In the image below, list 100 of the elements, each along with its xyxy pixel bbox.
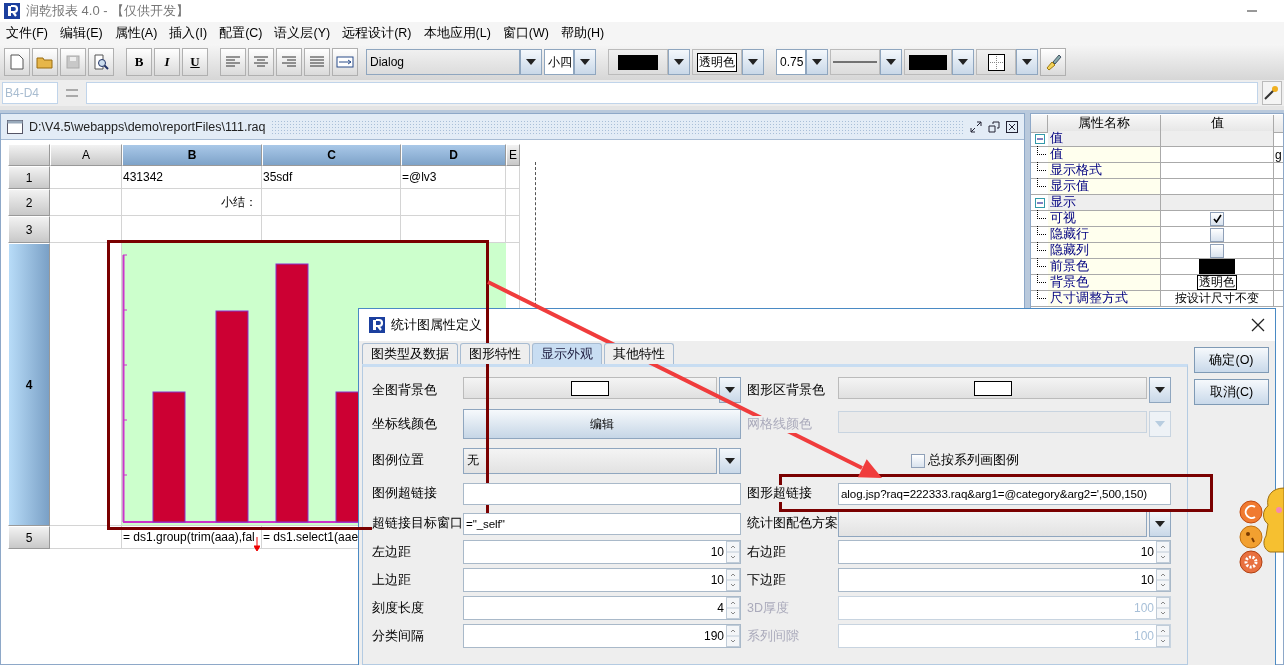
dropdown-button[interactable] (1016, 49, 1038, 75)
tab[interactable]: 图形特性 (460, 343, 530, 364)
font-color-swatch[interactable] (608, 49, 668, 75)
spin-field[interactable]: 10 (463, 540, 741, 564)
spin-field[interactable]: 10 (463, 568, 741, 592)
column-header[interactable]: E (506, 144, 520, 166)
fill-color-select[interactable]: 透明色 (692, 49, 742, 75)
dropdown-button[interactable] (574, 49, 596, 75)
font-select[interactable]: Dialog (366, 49, 520, 75)
menu-item[interactable]: 语义层(Y) (268, 24, 337, 42)
align-left-button[interactable] (220, 48, 246, 76)
checkbox[interactable] (1210, 243, 1224, 258)
color-picker[interactable] (463, 377, 717, 399)
line-width-select[interactable]: 0.75 (776, 49, 806, 75)
row-header[interactable]: 1 (8, 166, 50, 189)
font-size-select[interactable]: 小四 (544, 49, 574, 75)
row-header[interactable]: 2 (8, 189, 50, 216)
column-header[interactable]: A (50, 144, 122, 166)
menu-item[interactable]: 远程设计(R) (336, 24, 418, 42)
text-field[interactable]: ="_self" (463, 512, 741, 535)
field-label: 下边距 (747, 571, 786, 589)
dropdown-button[interactable] (742, 49, 764, 75)
tab[interactable]: 图类型及数据 (362, 343, 458, 364)
tree-line (1037, 274, 1046, 283)
menu-item[interactable]: 插入(I) (163, 24, 214, 42)
edit-button[interactable]: 编辑 (463, 409, 741, 439)
new-button[interactable] (4, 48, 30, 76)
dropdown[interactable] (838, 510, 1147, 537)
dropdown-button[interactable] (880, 49, 902, 75)
spinner-icon (1156, 597, 1170, 619)
formula-input[interactable] (86, 82, 1258, 104)
line-color-swatch[interactable] (904, 49, 952, 75)
text-field[interactable] (463, 482, 741, 505)
bold-button[interactable]: B (126, 48, 152, 76)
dropdown-button[interactable] (719, 377, 741, 403)
spin-field[interactable]: 10 (838, 568, 1171, 592)
dropdown-button[interactable] (1149, 377, 1171, 403)
border-select[interactable] (976, 49, 1016, 75)
column-header[interactable]: D (401, 144, 506, 166)
justify-button[interactable] (304, 48, 330, 76)
print-preview-button[interactable] (88, 48, 114, 76)
field-label: 图例超链接 (372, 485, 437, 502)
spin-field[interactable]: 190 (463, 624, 741, 648)
collapse-icon[interactable] (1034, 197, 1045, 208)
line-style-select[interactable] (830, 49, 880, 75)
tab[interactable]: 其他特性 (604, 343, 674, 364)
italic-button[interactable]: I (154, 48, 180, 76)
underline-button[interactable]: U (182, 48, 208, 76)
color-picker[interactable] (838, 377, 1147, 399)
text-field[interactable]: alog.jsp?raq=222333.raq&arg1=@category&arg2=',500,150) (838, 482, 1171, 505)
wrap-text-button[interactable] (332, 48, 358, 76)
menu-item[interactable]: 帮助(H) (554, 24, 611, 42)
table-cell: 35sdf (262, 166, 401, 189)
menu-item[interactable]: 窗口(W) (496, 24, 555, 42)
property-value[interactable]: 按设计尺寸不变 (1161, 291, 1274, 307)
dropdown-button[interactable] (719, 447, 741, 474)
dropdown-button[interactable] (806, 49, 828, 75)
column-header[interactable]: C (262, 144, 401, 166)
row-header[interactable]: 5 (8, 526, 50, 549)
menu-item[interactable]: 文件(F) (0, 24, 54, 42)
align-right-button[interactable] (276, 48, 302, 76)
dialog-button[interactable]: 确定(O) (1194, 347, 1269, 373)
dropdown-button[interactable] (1149, 510, 1171, 537)
color-swatch[interactable] (1199, 259, 1235, 274)
menu-item[interactable]: 属性(A) (108, 24, 164, 42)
row-header[interactable]: 4 (8, 243, 50, 526)
format-brush-button[interactable] (1040, 48, 1066, 76)
spinner-icon (1156, 541, 1170, 563)
align-center-button[interactable] (248, 48, 274, 76)
collapse-icon[interactable] (1034, 133, 1045, 144)
save-icon (66, 55, 80, 69)
tab[interactable]: 显示外观 (532, 343, 602, 364)
property-name: 显示格式 (1048, 163, 1161, 179)
print-preview-icon (93, 54, 109, 70)
dropdown[interactable]: 无 (463, 447, 717, 474)
formula-wizard-button[interactable] (1262, 81, 1282, 105)
new-file-icon (10, 54, 24, 70)
property-name: 隐藏列 (1048, 243, 1161, 259)
dropdown-button[interactable] (668, 49, 690, 75)
color-value[interactable]: 透明色 (1197, 275, 1237, 290)
menu-item[interactable]: 编辑(E) (53, 24, 109, 42)
dropdown-button[interactable] (520, 49, 542, 75)
menu-item[interactable]: 配置(C) (213, 24, 269, 42)
dropdown-button[interactable] (952, 49, 974, 75)
checkbox[interactable] (1210, 211, 1224, 226)
header-cell (1031, 115, 1048, 133)
mascot-drawing[interactable] (1239, 487, 1284, 574)
row-header[interactable]: 3 (8, 216, 50, 243)
dialog-button[interactable]: 取消(C) (1194, 379, 1269, 405)
spinner-icon (726, 625, 740, 647)
checkbox[interactable] (1210, 227, 1224, 242)
spin-field[interactable]: 4 (463, 596, 741, 620)
maximize-icon (988, 120, 1000, 133)
checkbox[interactable] (911, 453, 925, 468)
menu-item[interactable]: 本地应用(L) (417, 24, 497, 42)
checkbox-label: 总按系列画图例 (928, 452, 1019, 469)
spin-field[interactable]: 10 (838, 540, 1171, 564)
open-button[interactable] (32, 48, 58, 76)
column-header[interactable]: B (122, 144, 262, 166)
field-label: 3D厚度 (747, 599, 789, 617)
